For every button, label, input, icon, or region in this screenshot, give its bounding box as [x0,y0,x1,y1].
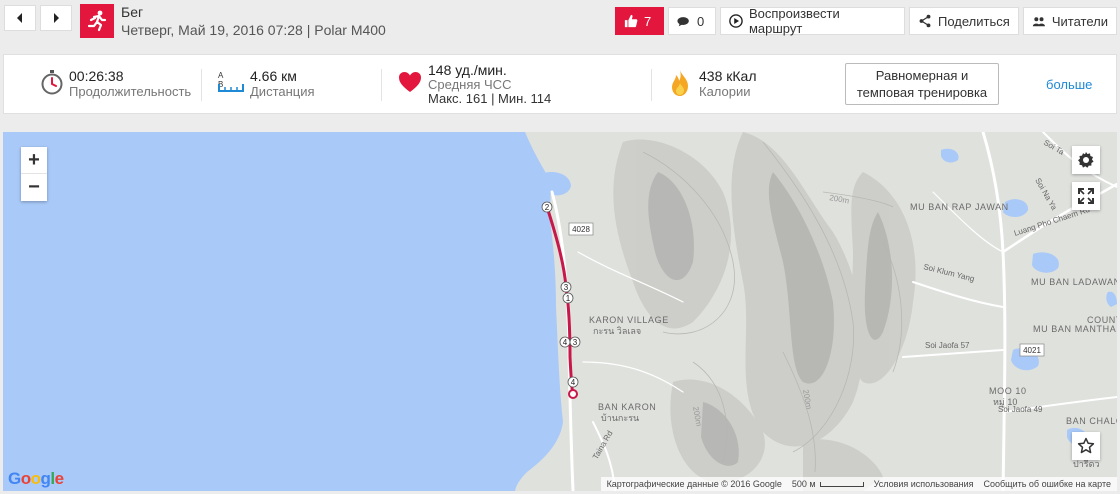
gear-icon [1078,152,1094,168]
km-marker-label: 3 [564,283,569,292]
map-label: BAN KARON [598,402,656,412]
star-icon [1077,437,1095,454]
calories-value: 438 кКал [699,68,757,84]
map-label: Soi Jaofa 49 [998,405,1043,414]
followers-label: Читатели [1051,13,1108,29]
km-marker-label: 4 [571,378,576,387]
route-map[interactable]: 2 3 1 4 3 4 4028 4021 KARON VILLAGE กะรน… [3,132,1117,491]
map-settings-button[interactable] [1072,146,1100,174]
road-shield-label: 4021 [1023,346,1041,355]
zoom-out-button[interactable]: − [21,174,47,201]
ruler-icon [218,84,244,92]
activity-header: Бег Четверг, Май 19, 2016 07:28 | Polar … [0,0,1120,44]
duration-value: 00:26:38 [69,68,124,84]
share-icon [919,14,931,28]
sport-title: Бег [121,4,144,20]
map-label: MU BAN MANTHANA [1033,324,1117,334]
zoom-in-button[interactable]: + [21,147,47,174]
heart-icon [399,72,421,92]
map-scale: 500 м [792,479,864,489]
previous-button[interactable] [4,5,36,31]
google-logo[interactable]: Google [8,469,64,489]
km-marker-label: 2 [545,203,550,212]
map-label: Soi Jaofa 57 [925,341,970,350]
followers-button[interactable]: Читатели [1023,7,1117,35]
avg-heart-rate-label: Средняя ЧСС [428,77,512,92]
chevron-left-icon [17,13,22,23]
favorite-route-button[interactable] [1072,432,1100,460]
google-logo-letter: o [30,469,41,488]
google-logo-letter: e [54,469,64,488]
heart-rate-max-min: Макс. 161 | Мин. 114 [428,91,552,106]
stopwatch-icon [41,70,63,95]
km-marker-label: 3 [573,338,578,347]
map-label: MU BAN RAP JAWAN [910,202,1009,212]
map-label: ปารีดว [1073,459,1100,469]
google-logo-letter: g [40,469,51,488]
map-label: BAN CHALONG PANTHAWA [1066,416,1117,426]
route-finish-marker[interactable] [568,389,578,399]
zoom-controls: + − [21,147,47,201]
session-summary-bar: 00:26:38 Продолжительность A B 4.66 км Д… [3,54,1117,114]
divider [381,69,382,101]
like-button[interactable]: 7 [615,7,664,35]
more-link[interactable]: больше [1046,77,1092,92]
thumbs-up-icon [624,14,638,28]
map-scale-bar [819,481,864,487]
terrain-map-canvas[interactable]: 2 3 1 4 3 4 4028 4021 KARON VILLAGE กะรน… [3,132,1117,491]
comment-bubbles-icon [677,17,689,27]
next-button[interactable] [40,5,72,31]
duration-label: Продолжительность [69,84,192,99]
map-data-credit: Картографические данные © 2016 Google [606,479,782,489]
terms-link[interactable]: Условия использования [874,479,974,489]
calories-label: Калории [699,84,751,99]
distance-value: 4.66 км [250,68,297,84]
report-error-link[interactable]: Сообщить об ошибке на карте [984,479,1111,489]
training-benefit-button[interactable]: Равномерная и темповая тренировка [845,63,999,105]
divider [651,69,652,101]
map-label: MU BAN LADAWAN 1 [1031,277,1117,287]
km-marker-label: 4 [563,338,568,347]
comments-button[interactable]: 0 [668,7,716,35]
google-logo-text: Google [8,469,64,488]
replay-route-label: Воспроизвести маршрут [748,6,840,36]
expand-icon [1078,188,1094,204]
map-label: COUNTY [1087,315,1117,325]
map-scale-label: 500 м [791,479,816,489]
avg-heart-rate-value: 148 уд./мин. [428,62,507,78]
session-date-device: Четверг, Май 19, 2016 07:28 | Polar M400 [121,22,386,38]
running-sport-icon [80,4,114,38]
map-label: บ้านกะรน [601,413,639,423]
distance-label: Дистанция [250,84,315,99]
flame-icon [672,70,688,96]
play-circle-icon [729,14,743,28]
road-shield-label: 4028 [572,225,590,234]
comment-count: 0 [697,13,705,29]
share-label: Поделиться [938,13,1010,29]
map-attribution-bar: Картографические данные © 2016 Google 50… [600,477,1117,491]
people-icon [1032,17,1045,27]
map-label: กะรน วิลเลจ [593,326,641,336]
share-button[interactable]: Поделиться [909,7,1019,35]
fullscreen-button[interactable] [1072,182,1100,210]
map-label: KARON VILLAGE [589,315,669,325]
replay-route-button[interactable]: Воспроизвести маршрут [720,6,905,36]
like-count: 7 [644,13,652,29]
google-logo-letter: o [20,469,31,488]
sea-water [3,132,563,491]
chevron-right-icon [54,13,59,23]
km-marker-label: 1 [566,294,571,303]
google-logo-letter: G [8,469,21,488]
map-label: MOO 10 [989,386,1027,396]
divider [201,69,202,101]
